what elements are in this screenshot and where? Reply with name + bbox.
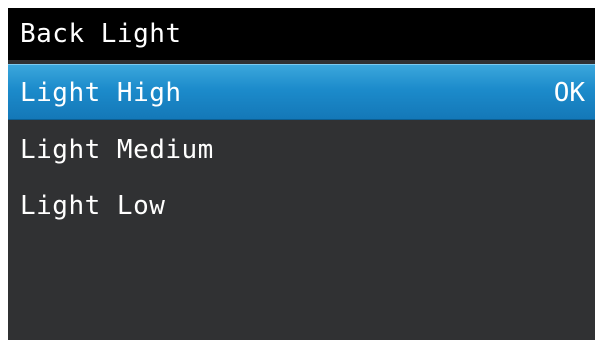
menu-item-light-low[interactable]: Light Low [8,178,595,234]
menu-item-label: Light Low [20,191,166,221]
lcd-screen: Back Light Light High OK Light Medium Li… [8,8,595,340]
menu-item-label: Light Medium [20,135,214,165]
menu-item-light-medium[interactable]: Light Medium [8,122,595,178]
menu-item-label: Light High [20,78,182,108]
title-bar: Back Light [8,8,595,60]
menu-item-light-high[interactable]: Light High OK [8,64,595,120]
screen-title: Back Light [20,19,182,49]
ok-indicator: OK [553,78,585,108]
